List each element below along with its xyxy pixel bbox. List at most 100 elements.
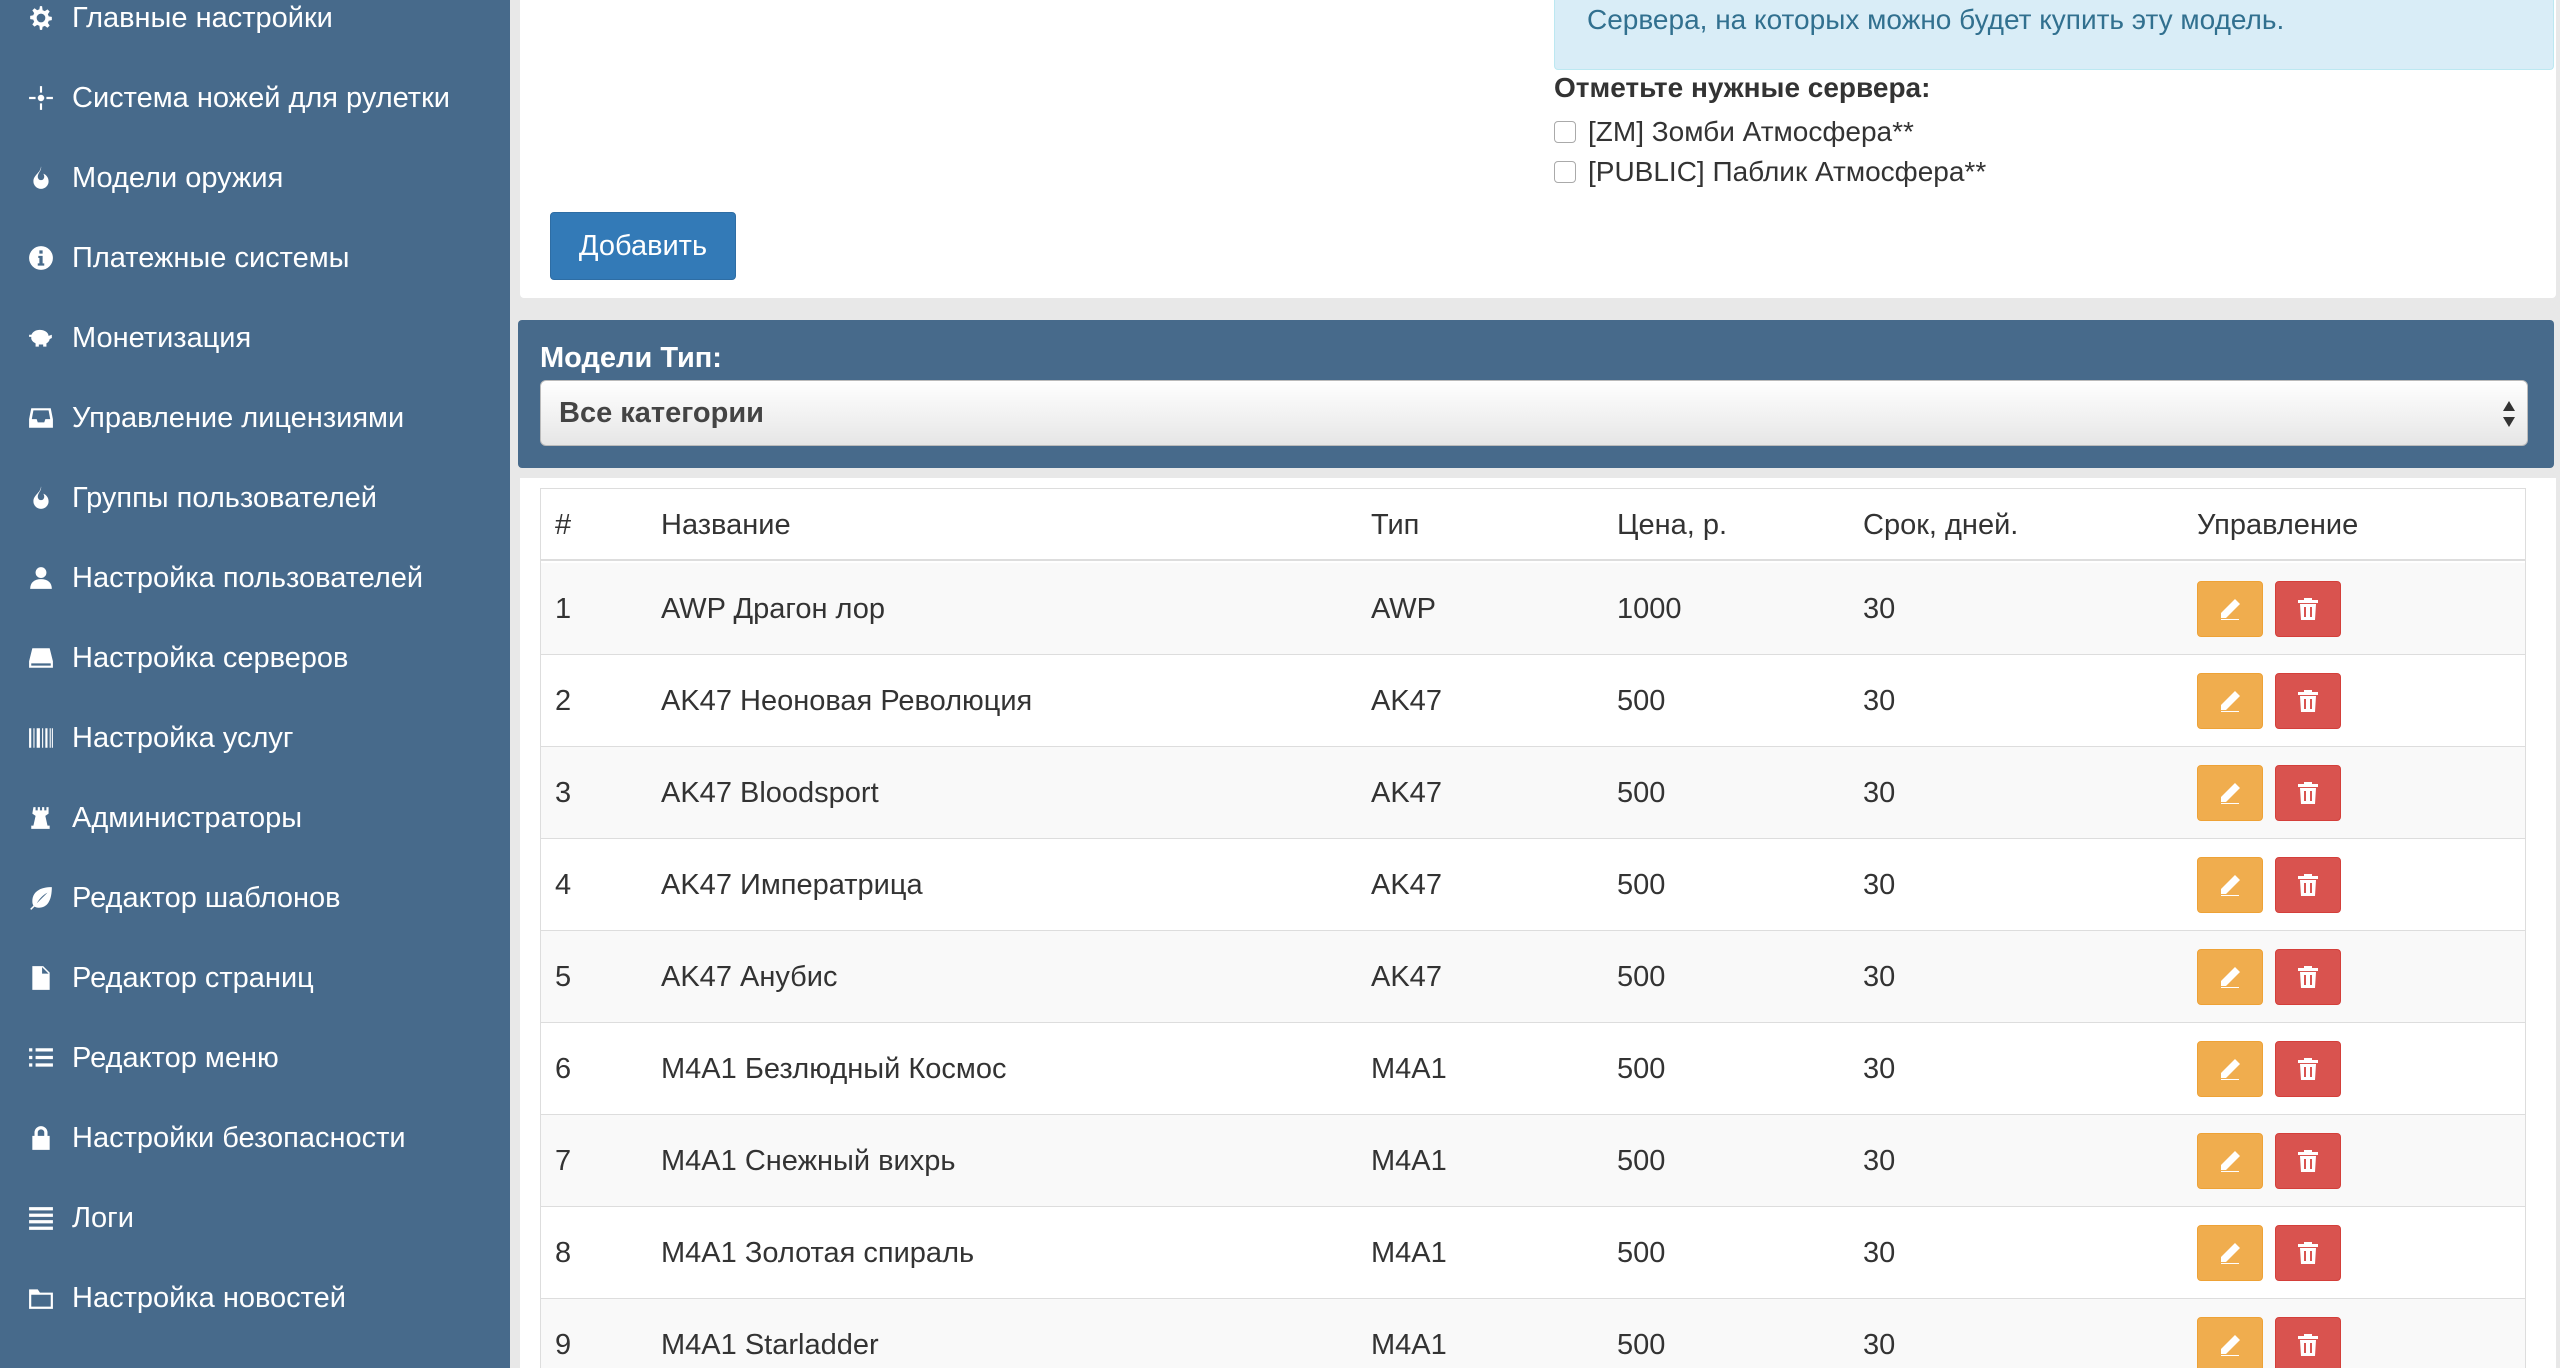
sidebar-item-3[interactable]: Модели оружия: [0, 138, 510, 218]
delete-button[interactable]: [2275, 765, 2341, 821]
header-price: Цена, р.: [1617, 508, 1728, 541]
delete-button[interactable]: [2275, 1317, 2341, 1368]
table-row: 8 M4A1 Золотая спираль M4A1 500 30: [541, 1207, 2525, 1299]
edit-button[interactable]: [2197, 1041, 2263, 1097]
sidebar-item-12[interactable]: Редактор шаблонов: [0, 858, 510, 938]
filter-label: Модели Тип:: [540, 342, 722, 374]
trash-icon: [2298, 690, 2318, 712]
edit-button[interactable]: [2197, 673, 2263, 729]
main-content: Сервера, на которых можно будет купить э…: [510, 0, 2560, 1368]
pencil-icon: [2221, 1335, 2240, 1356]
cell-price: 1000: [1617, 592, 1682, 625]
delete-button[interactable]: [2275, 857, 2341, 913]
trash-icon: [2298, 1334, 2318, 1356]
trash-icon: [2298, 874, 2318, 896]
sidebar-item-9[interactable]: Настройка серверов: [0, 618, 510, 698]
models-table: # Название Тип Цена, р. Срок, дней. Упра…: [540, 488, 2526, 1368]
server-option-public[interactable]: [PUBLIC] Паблик Атмосфера**: [1554, 156, 1986, 188]
cell-name: AK47 Bloodsport: [661, 776, 879, 809]
pencil-icon: [2221, 967, 2240, 988]
cell-name: M4A1 Золотая спираль: [661, 1236, 975, 1269]
info-icon: [26, 243, 56, 273]
cell-duration: 30: [1863, 960, 1896, 993]
sidebar-item-label: Главные настройки: [72, 1, 333, 34]
hdd-icon: [26, 643, 56, 673]
cell-type: AK47: [1371, 868, 1442, 901]
sidebar-item-label: Редактор шаблонов: [72, 881, 341, 914]
sidebar-item-16[interactable]: Логи: [0, 1178, 510, 1258]
server-option-zm[interactable]: [ZM] Зомби Атмосфера**: [1554, 116, 1914, 148]
fire-icon: [26, 483, 56, 513]
sidebar-item-label: Редактор страниц: [72, 961, 314, 994]
delete-button[interactable]: [2275, 1041, 2341, 1097]
fire-icon: [26, 163, 56, 193]
trash-icon: [2298, 1242, 2318, 1264]
cell-price: 500: [1617, 1328, 1666, 1361]
trash-icon: [2298, 598, 2318, 620]
delete-button[interactable]: [2275, 673, 2341, 729]
folder-icon: [26, 1283, 56, 1313]
sidebar-item-14[interactable]: Редактор меню: [0, 1018, 510, 1098]
cell-duration: 30: [1863, 684, 1896, 717]
server-label-zm: [ZM] Зомби Атмосфера**: [1588, 116, 1914, 147]
edit-button[interactable]: [2197, 857, 2263, 913]
piggy-bank-icon: [26, 323, 56, 353]
table-row: 4 AK47 Императрица AK47 500 30: [541, 839, 2525, 931]
sidebar-item-8[interactable]: Настройка пользователей: [0, 538, 510, 618]
delete-button[interactable]: [2275, 1133, 2341, 1189]
edit-button[interactable]: [2197, 765, 2263, 821]
cell-name: M4A1 Безлюдный Космос: [661, 1052, 1007, 1085]
lock-icon: [26, 1123, 56, 1153]
server-checkbox-public[interactable]: [1554, 161, 1576, 183]
edit-button[interactable]: [2197, 581, 2263, 637]
delete-button[interactable]: [2275, 949, 2341, 1005]
edit-button[interactable]: [2197, 1225, 2263, 1281]
sidebar-item-2[interactable]: Система ножей для рулетки: [0, 58, 510, 138]
sidebar-item-17[interactable]: Настройка новостей: [0, 1258, 510, 1338]
sidebar-item-1[interactable]: Главные настройки: [0, 0, 510, 58]
list-icon: [26, 1043, 56, 1073]
sidebar: Главные настройки Система ножей для рулет…: [0, 0, 510, 1368]
pencil-icon: [2221, 783, 2240, 804]
sidebar-item-10[interactable]: Настройка услуг: [0, 698, 510, 778]
sidebar-item-6[interactable]: Управление лицензиями: [0, 378, 510, 458]
pencil-icon: [2221, 691, 2240, 712]
add-button[interactable]: Добавить: [550, 212, 736, 280]
sidebar-item-label: Система ножей для рулетки: [72, 81, 450, 114]
sidebar-item-7[interactable]: Группы пользователей: [0, 458, 510, 538]
category-select[interactable]: Все категории: [540, 380, 2528, 446]
sidebar-item-13[interactable]: Редактор страниц: [0, 938, 510, 1018]
sidebar-item-label: Настройки безопасности: [72, 1121, 406, 1154]
cell-price: 500: [1617, 776, 1666, 809]
cell-price: 500: [1617, 868, 1666, 901]
delete-button[interactable]: [2275, 581, 2341, 637]
sidebar-item-5[interactable]: Монетизация: [0, 298, 510, 378]
models-table-panel: # Название Тип Цена, р. Срок, дней. Упра…: [520, 478, 2556, 1368]
cell-name: AK47 Неоновая Революция: [661, 684, 1033, 717]
crosshair-icon: [26, 83, 56, 113]
edit-button[interactable]: [2197, 949, 2263, 1005]
delete-button[interactable]: [2275, 1225, 2341, 1281]
gear-icon: [26, 3, 56, 33]
sidebar-item-4[interactable]: Платежные системы: [0, 218, 510, 298]
edit-button[interactable]: [2197, 1317, 2263, 1368]
servers-info-alert: Сервера, на которых можно будет купить э…: [1554, 0, 2554, 70]
pencil-icon: [2221, 1059, 2240, 1080]
table-row: 3 AK47 Bloodsport AK47 500 30: [541, 747, 2525, 839]
server-checkbox-zm[interactable]: [1554, 121, 1576, 143]
edit-button[interactable]: [2197, 1133, 2263, 1189]
header-name: Название: [661, 508, 791, 541]
sidebar-item-label: Логи: [72, 1201, 134, 1234]
sidebar-item-15[interactable]: Настройки безопасности: [0, 1098, 510, 1178]
cell-type: AK47: [1371, 960, 1442, 993]
leaf-icon: [26, 883, 56, 913]
cell-number: 1: [555, 592, 572, 625]
cell-price: 500: [1617, 1052, 1666, 1085]
sidebar-item-11[interactable]: Администраторы: [0, 778, 510, 858]
sidebar-item-label: Администраторы: [72, 801, 303, 834]
cell-price: 500: [1617, 684, 1666, 717]
add-model-form: Сервера, на которых можно будет купить э…: [520, 0, 2556, 298]
servers-info-text: Сервера, на которых можно будет купить э…: [1587, 4, 2285, 35]
cell-name: AK47 Анубис: [661, 960, 838, 993]
cell-price: 500: [1617, 960, 1666, 993]
